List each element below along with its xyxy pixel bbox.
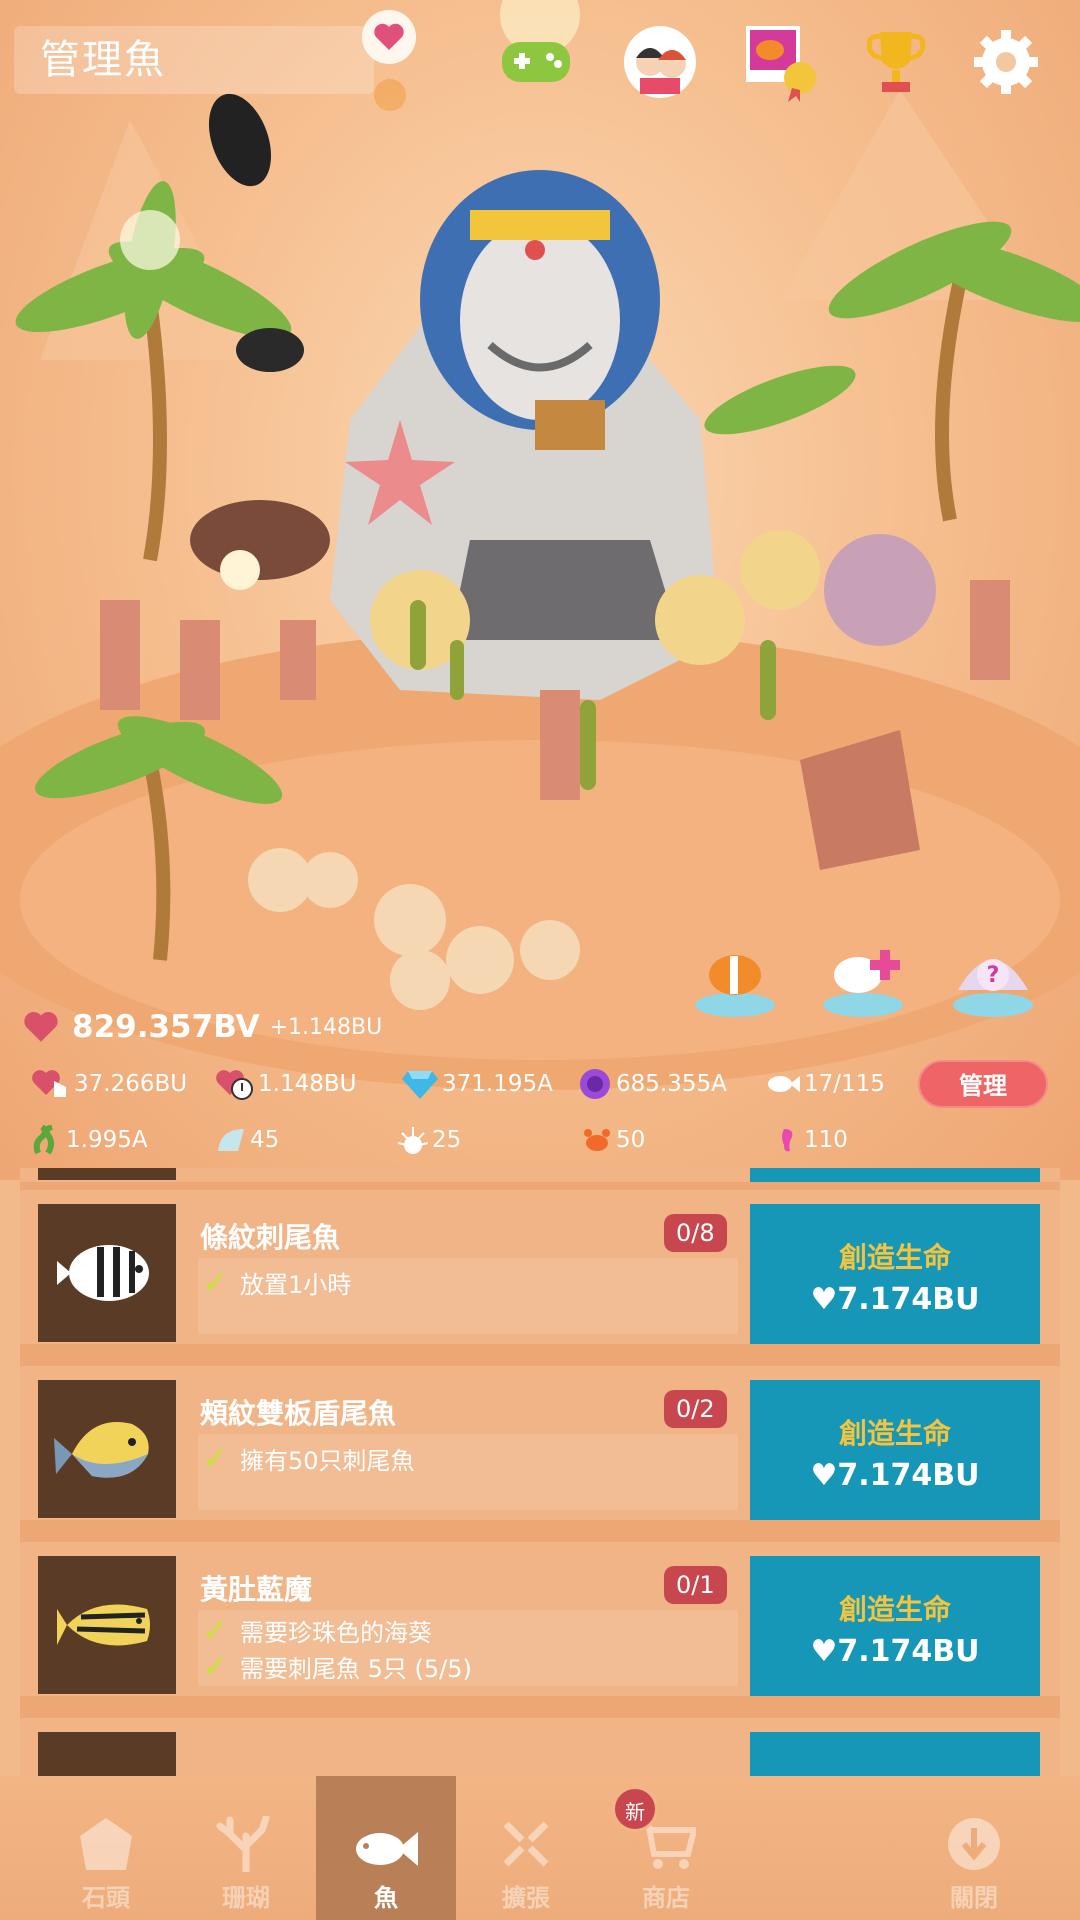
seahorse-icon (782, 1129, 793, 1152)
crab-icon (584, 1129, 610, 1151)
requirement-item: ✓ 放置1小時 (202, 1263, 352, 1301)
seahorses-stat: 110 (770, 1120, 848, 1160)
fish-name: 頰紋雙板盾尾魚 (200, 1397, 397, 1430)
tap-value-stat: 37.266BU (32, 1064, 187, 1104)
vitality-total: 829.357BV (72, 1009, 260, 1045)
requirements: ✓ 擁有50只刺尾魚 (198, 1434, 738, 1510)
requirements: ✓ 需要珍珠色的海葵 ✓ 需要刺尾魚 5只 (5/5) (198, 1610, 738, 1686)
tab-expand[interactable]: 擴張 (456, 1776, 596, 1920)
requirements: ✓ 放置1小時 (198, 1258, 738, 1334)
heart-icon: ♥ (810, 1282, 838, 1317)
timed-value-stat: 1.148BU (216, 1064, 356, 1104)
fish-count-badge: 0/1 (664, 1566, 727, 1604)
heart-icon: ♥ (810, 1458, 838, 1493)
shell-icon (218, 1129, 244, 1151)
urchin-icon (398, 1127, 428, 1154)
diamond-icon (402, 1071, 438, 1099)
mystery-shell-icon[interactable]: ? (948, 930, 1038, 1020)
manage-button[interactable]: 管理 (918, 1060, 1048, 1108)
add-fish-shortcut-icon[interactable] (818, 930, 908, 1020)
resource-row-1: 37.266BU 1.148BU 371.195A 685.355A 17/11… (32, 1064, 932, 1104)
trophy-icon[interactable] (856, 22, 936, 102)
fish-count-badge: 0/8 (664, 1214, 727, 1252)
requirement-item: ✓ 擁有50只刺尾魚 (202, 1439, 415, 1477)
heart-icon (24, 1012, 58, 1042)
fish-name: 黃肚藍魔 (200, 1573, 313, 1606)
pearls-stat: 685.355A (578, 1064, 727, 1104)
expand-icon (503, 1821, 549, 1867)
create-life-button[interactable]: 創造生命 ♥ 7.174BU (750, 1380, 1040, 1520)
list-item-partial-top (20, 1168, 1060, 1182)
requirement-item: ✓ 需要珍珠色的海葵 (202, 1611, 432, 1649)
fish-count-badge: 0/2 (664, 1390, 727, 1428)
check-icon: ✓ (202, 1611, 229, 1649)
plants-stat: 1.995A (32, 1120, 148, 1160)
urchins-stat: 25 (398, 1120, 461, 1160)
check-icon: ✓ (202, 1647, 229, 1685)
tab-coral[interactable]: 珊瑚 (176, 1776, 316, 1920)
heart-icon: ♥ (810, 1634, 838, 1669)
seaweed-icon (33, 1125, 54, 1155)
vitality-rate: +1.148BU (269, 1014, 383, 1040)
new-badge: 新 (612, 1786, 658, 1832)
list-item: 頰紋雙板盾尾魚 0/2 ✓ 擁有50只刺尾魚 創造生命 ♥ 7.174BU (20, 1366, 1060, 1520)
fish-icon (768, 1076, 800, 1092)
gamepad-icon[interactable] (496, 22, 576, 102)
fish-thumbnail (38, 1380, 176, 1518)
svg-text:?: ? (987, 963, 1000, 988)
stone-icon (80, 1818, 132, 1870)
heart-clock-icon (216, 1070, 253, 1100)
fish-list[interactable]: 條紋刺尾魚 0/8 ✓ 放置1小時 創造生命 ♥ 7.174BU 頰紋雙板盾尾魚 0… (20, 1168, 1060, 1776)
check-icon: ✓ (202, 1263, 229, 1301)
crabs-stat: 50 (582, 1120, 645, 1160)
create-life-button[interactable]: 創造生命 ♥ 7.174BU (750, 1204, 1040, 1344)
tab-close[interactable]: 關閉 (904, 1776, 1044, 1920)
tab-stone[interactable]: 石頭 (36, 1776, 176, 1920)
fish-thumbnail (38, 1204, 176, 1342)
yellowbelly-fish-icon (57, 1604, 150, 1646)
heart-tap-icon (32, 1070, 66, 1097)
page-title: 管理魚 (14, 26, 374, 94)
create-life-button[interactable]: 創造生命 ♥ 7.174BU (750, 1556, 1040, 1696)
list-item-partial-bottom (20, 1718, 1060, 1776)
clownfish-shortcut-icon[interactable] (690, 930, 780, 1020)
heart-bubble-icon[interactable] (362, 10, 416, 64)
list-item: 條紋刺尾魚 0/8 ✓ 放置1小時 創造生命 ♥ 7.174BU (20, 1190, 1060, 1344)
shells-stat: 45 (216, 1120, 279, 1160)
fish-count-stat: 17/115 (766, 1064, 885, 1104)
list-item: 黃肚藍魔 0/1 ✓ 需要珍珠色的海葵 ✓ 需要刺尾魚 5只 (5/5) 創造生命 … (20, 1542, 1060, 1696)
coral-icon (216, 1816, 270, 1872)
tab-fish[interactable]: 魚 (316, 1776, 456, 1920)
bottom-nav: 石頭 珊瑚 魚 擴張 商店 關閉 (0, 1776, 1080, 1920)
close-down-icon (948, 1818, 1000, 1870)
fish-name: 條紋刺尾魚 (200, 1221, 341, 1254)
gear-icon[interactable] (966, 22, 1046, 102)
fish-icon (356, 1832, 418, 1866)
pearl-icon (580, 1069, 610, 1099)
requirement-item: ✓ 需要刺尾魚 5只 (5/5) (202, 1647, 472, 1685)
fish-thumbnail (38, 1556, 176, 1694)
friends-icon[interactable] (620, 22, 700, 102)
resource-row-2: 1.995A 45 25 50 110 (32, 1120, 932, 1160)
check-icon: ✓ (202, 1439, 229, 1477)
cheek-surgeonfish-icon (54, 1422, 149, 1478)
striped-surgeonfish-icon (57, 1245, 149, 1301)
vitality-display: 829.357BV +1.148BU (22, 1002, 382, 1052)
achievement-icon[interactable] (742, 22, 822, 102)
gems-stat: 371.195A (402, 1064, 553, 1104)
